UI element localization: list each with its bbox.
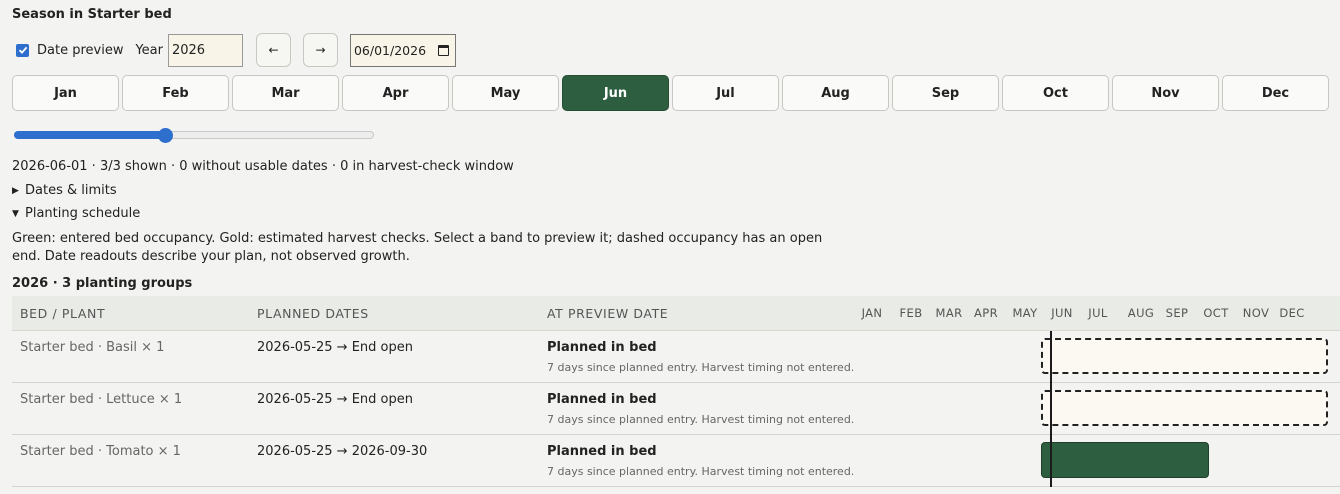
table-row: Starter bed · Lettuce × 1 2026-05-25 → En…	[12, 383, 1340, 435]
table-row: Starter bed · Tomato × 1 2026-05-25 → 202…	[12, 435, 1340, 487]
preview-controls: Date preview Year 2026 ← → 06/01/2026	[12, 33, 456, 67]
month-button-mar[interactable]: Mar	[232, 75, 339, 111]
triangle-down-icon: ▼	[12, 208, 19, 219]
month-button-jun[interactable]: Jun	[562, 75, 669, 111]
groups-title: 2026 · 3 planting groups	[12, 276, 193, 291]
month-button-feb[interactable]: Feb	[122, 75, 229, 111]
row-preview-status: Planned in bed	[547, 392, 657, 407]
month-buttons: Jan Feb Mar Apr May Jun Jul Aug Sep Oct Nov Dec	[12, 75, 1329, 111]
check-icon	[18, 46, 27, 54]
occupancy-band-open[interactable]	[1041, 338, 1328, 374]
dates-limits-toggle[interactable]: ▶ Dates & limits	[12, 183, 117, 198]
occupancy-band[interactable]	[1041, 442, 1209, 478]
date-preview-checkbox[interactable]	[16, 43, 29, 57]
timeline-month-apr: APR	[974, 306, 998, 320]
row-preview-note: 7 days since planned entry. Harvest timi…	[547, 361, 855, 374]
month-button-apr[interactable]: Apr	[342, 75, 449, 111]
row-bed-plant: Starter bed · Lettuce × 1	[20, 392, 183, 407]
timeline-month-feb: FEB	[899, 306, 923, 320]
month-button-aug[interactable]: Aug	[782, 75, 889, 111]
timeline-month-mar: MAR	[935, 306, 963, 320]
prev-year-button[interactable]: ←	[255, 33, 291, 67]
dates-limits-label: Dates & limits	[25, 183, 117, 198]
page-title: Season in Starter bed	[12, 7, 172, 22]
table-header: BED / PLANT PLANNED DATES AT PREVIEW DAT…	[12, 296, 1340, 331]
slider-thumb[interactable]	[158, 128, 174, 143]
month-button-jan[interactable]: Jan	[12, 75, 119, 111]
planting-schedule-label: Planting schedule	[25, 206, 141, 221]
year-input[interactable]: 2026	[167, 33, 243, 67]
preview-date-value: 06/01/2026	[353, 42, 427, 58]
slider-fill	[14, 131, 166, 139]
occupancy-band-open[interactable]	[1041, 390, 1328, 426]
header-bed-plant: BED / PLANT	[20, 306, 106, 321]
row-bed-plant: Starter bed · Basil × 1	[20, 340, 165, 355]
timeline-month-sep: SEP	[1165, 306, 1189, 320]
preview-date-input[interactable]: 06/01/2026	[349, 33, 456, 67]
planting-table: BED / PLANT PLANNED DATES AT PREVIEW DAT…	[12, 296, 1340, 487]
date-slider[interactable]	[14, 128, 374, 143]
header-at-preview: AT PREVIEW DATE	[547, 306, 669, 321]
month-button-oct[interactable]: Oct	[1002, 75, 1109, 111]
timeline-month-dec: DEC	[1279, 306, 1305, 320]
preview-summary: 2026-06-01 · 3/3 shown · 0 without usabl…	[12, 159, 514, 174]
timeline-month-may: MAY	[1012, 306, 1038, 320]
month-button-dec[interactable]: Dec	[1222, 75, 1329, 111]
timeline-month-aug: AUG	[1127, 306, 1155, 320]
table-row: Starter bed · Basil × 1 2026-05-25 → End …	[12, 331, 1340, 383]
month-button-sep[interactable]: Sep	[892, 75, 999, 111]
row-preview-status: Planned in bed	[547, 340, 657, 355]
timeline-month-jul: JUL	[1088, 306, 1108, 320]
timeline-month-jan: JAN	[861, 306, 883, 320]
year-label: Year	[135, 42, 163, 58]
month-button-jul[interactable]: Jul	[672, 75, 779, 111]
timeline-month-oct: OCT	[1203, 306, 1229, 320]
month-button-may[interactable]: May	[452, 75, 559, 111]
preview-date-line	[1050, 331, 1052, 487]
row-planned-dates: 2026-05-25 → End open	[257, 340, 413, 355]
timeline-month-jun: JUN	[1051, 306, 1073, 320]
month-button-nov[interactable]: Nov	[1112, 75, 1219, 111]
row-bed-plant: Starter bed · Tomato × 1	[20, 444, 181, 459]
row-preview-note: 7 days since planned entry. Harvest timi…	[547, 413, 855, 426]
next-year-button[interactable]: →	[302, 33, 338, 67]
calendar-icon[interactable]	[437, 44, 449, 56]
planting-schedule-toggle[interactable]: ▼ Planting schedule	[12, 206, 140, 221]
row-preview-status: Planned in bed	[547, 444, 657, 459]
row-planned-dates: 2026-05-25 → End open	[257, 392, 413, 407]
header-planned-dates: PLANNED DATES	[257, 306, 369, 321]
schedule-description: Green: entered bed occupancy. Gold: esti…	[12, 231, 823, 264]
triangle-right-icon: ▶	[12, 185, 19, 196]
row-preview-note: 7 days since planned entry. Harvest timi…	[547, 465, 855, 478]
timeline-month-nov: NOV	[1242, 306, 1270, 320]
date-preview-label: Date preview	[37, 42, 124, 58]
row-planned-dates: 2026-05-25 → 2026-09-30	[257, 444, 428, 459]
